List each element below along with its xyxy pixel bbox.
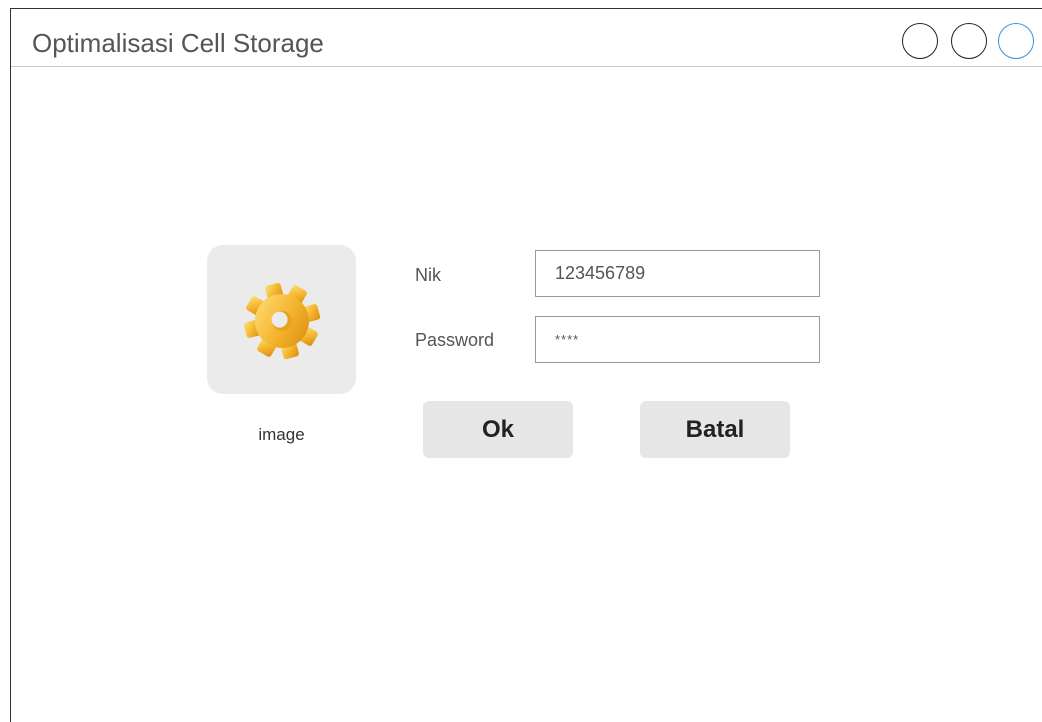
- cancel-button[interactable]: Batal: [640, 401, 790, 458]
- nik-input[interactable]: [535, 250, 820, 297]
- ok-button[interactable]: Ok: [423, 401, 573, 458]
- nik-label: Nik: [415, 265, 441, 285]
- app-window: Optimalisasi Cell Storage: [10, 8, 1042, 722]
- gear-icon: [243, 282, 321, 360]
- image-placeholder: [207, 245, 356, 394]
- minimize-button[interactable]: [902, 23, 938, 59]
- restore-button[interactable]: [951, 23, 987, 59]
- window-title: Optimalisasi Cell Storage: [32, 28, 324, 58]
- title-bar: Optimalisasi Cell Storage: [11, 9, 1042, 67]
- close-button[interactable]: [998, 23, 1034, 59]
- password-input[interactable]: [535, 316, 820, 363]
- image-caption: image: [258, 425, 305, 444]
- password-label: Password: [415, 330, 495, 350]
